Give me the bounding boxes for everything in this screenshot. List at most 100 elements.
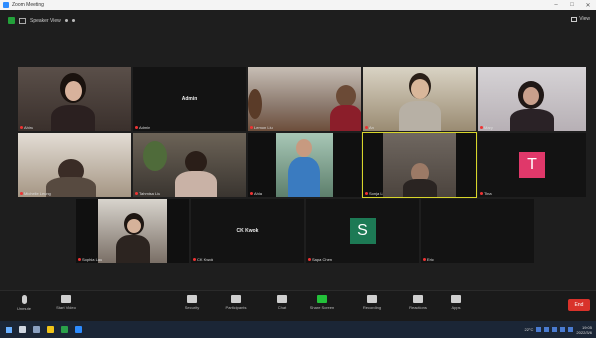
- participant-name: Mary: [480, 125, 493, 130]
- participants-icon: [231, 295, 241, 303]
- participant-avatar: T: [519, 152, 545, 178]
- weather-text: 22°C: [524, 327, 534, 332]
- participant-name: Sophia Lau: [78, 257, 102, 262]
- video-gallery: Speaker View View Ahiru Admin Admin Lemo…: [0, 10, 596, 290]
- participant-name: CK Kwok: [193, 257, 213, 262]
- start-menu-icon[interactable]: [6, 326, 12, 333]
- video-feed: [363, 67, 476, 131]
- more-dot-icon: [71, 19, 75, 22]
- participant-tile[interactable]: Ahiru: [18, 67, 131, 131]
- participant-tile[interactable]: Michelle Leung: [18, 133, 131, 197]
- tray-icon[interactable]: [552, 327, 558, 332]
- muted-mic-icon: [365, 126, 368, 129]
- record-button[interactable]: Recording: [356, 295, 388, 310]
- close-button[interactable]: ✕: [580, 0, 596, 10]
- muted-mic-icon: [135, 192, 138, 195]
- speaker-view-icon[interactable]: [19, 17, 26, 24]
- participant-tile-active-speaker[interactable]: Sonja Li: [362, 132, 477, 198]
- video-feed: [248, 133, 361, 197]
- participant-display-text: CK Kwok: [236, 227, 259, 234]
- muted-mic-icon: [250, 192, 253, 195]
- excel-icon[interactable]: [61, 326, 68, 333]
- view-grid-icon: [571, 16, 578, 22]
- share-screen-button[interactable]: Share Screen: [306, 295, 338, 310]
- participant-name: Eric: [423, 257, 434, 262]
- view-button-label: View: [579, 16, 590, 22]
- tray-icon[interactable]: [544, 327, 550, 332]
- video-feed: [478, 67, 586, 131]
- muted-mic-icon: [135, 126, 138, 129]
- chat-button[interactable]: Chat: [266, 295, 298, 310]
- zoom-taskbar-icon[interactable]: [75, 326, 82, 333]
- participant-tile[interactable]: Tahmisa Liu: [133, 133, 246, 197]
- security-shield-icon: [187, 295, 197, 303]
- windows-taskbar: 22°C 19:05 2022/3/6: [0, 321, 596, 338]
- participant-name: Sapa Chen: [308, 257, 332, 262]
- video-feed: [133, 133, 246, 197]
- participant-avatar: S: [349, 218, 376, 244]
- volume-icon[interactable]: [568, 327, 574, 332]
- network-icon[interactable]: [560, 327, 566, 332]
- participant-name: Tahmisa Liu: [135, 191, 160, 196]
- start-video-button[interactable]: Start Video: [50, 295, 82, 310]
- participants-button[interactable]: Participants: [220, 295, 252, 310]
- muted-mic-icon: [308, 258, 311, 261]
- participant-tile[interactable]: S Sapa Chen: [306, 199, 419, 263]
- end-meeting-button[interactable]: End: [568, 299, 590, 311]
- security-shield-icon[interactable]: [8, 17, 15, 24]
- share-screen-icon: [317, 295, 327, 303]
- participant-tile[interactable]: Lemon Liu: [248, 67, 361, 131]
- participant-name: Sonja Li: [365, 191, 383, 196]
- participant-tile[interactable]: An: [363, 67, 476, 131]
- participant-tile[interactable]: Eric: [421, 199, 534, 263]
- record-icon: [367, 295, 377, 303]
- muted-mic-icon: [20, 192, 23, 195]
- participant-tile[interactable]: Admin Admin: [133, 67, 246, 131]
- participant-tile[interactable]: T Tina: [478, 133, 586, 197]
- video-feed: [363, 133, 476, 197]
- video-camera-icon: [61, 295, 71, 303]
- video-feed: [248, 67, 361, 131]
- task-view-icon[interactable]: [33, 326, 40, 333]
- microphone-icon: [21, 295, 27, 304]
- security-button[interactable]: Security: [176, 295, 208, 310]
- title-bar: Zoom Meeting – □ ✕: [0, 0, 596, 10]
- apps-button[interactable]: Apps: [440, 295, 472, 310]
- participant-name: Ahla: [250, 191, 262, 196]
- zoom-logo-icon: [3, 2, 9, 8]
- window-title: Zoom Meeting: [12, 2, 44, 8]
- participant-name: Ahiru: [20, 125, 33, 130]
- mute-button[interactable]: Unmute: [8, 295, 40, 311]
- meeting-info-strip: Speaker View: [8, 17, 75, 24]
- clock[interactable]: 19:05 2022/3/6: [576, 325, 592, 335]
- reactions-button[interactable]: Reactions: [402, 295, 434, 310]
- system-tray: 22°C 19:05 2022/3/6: [524, 321, 592, 338]
- meeting-controls-bar: Unmute Start Video Security Participants…: [0, 290, 596, 321]
- participant-tile[interactable]: Ahla: [248, 133, 361, 197]
- muted-mic-icon: [423, 258, 426, 261]
- participant-name: An: [365, 125, 374, 130]
- participant-name: Michelle Leung: [20, 191, 51, 196]
- participant-tile[interactable]: Sophia Lau: [76, 199, 189, 263]
- participant-display-text: Admin: [181, 95, 198, 102]
- tray-icon[interactable]: [536, 327, 542, 332]
- speaker-view-label[interactable]: Speaker View: [30, 18, 61, 24]
- participant-name: Lemon Liu: [250, 125, 273, 130]
- view-button[interactable]: View: [571, 16, 590, 22]
- apps-icon: [451, 295, 461, 303]
- participant-tile[interactable]: Mary: [478, 67, 586, 131]
- muted-mic-icon: [20, 126, 23, 129]
- video-feed: [18, 67, 131, 131]
- zoom-window: Zoom Meeting – □ ✕ Speaker View View Ahi…: [0, 0, 596, 338]
- file-explorer-icon[interactable]: [47, 326, 54, 333]
- reactions-icon: [413, 295, 423, 303]
- muted-mic-icon: [365, 192, 368, 195]
- participant-tile[interactable]: CK Kwok CK Kwok: [191, 199, 304, 263]
- minimize-button[interactable]: –: [548, 0, 564, 10]
- search-icon[interactable]: [19, 326, 26, 333]
- participant-name: Tina: [480, 191, 492, 196]
- maximize-button[interactable]: □: [564, 0, 580, 10]
- chat-bubble-icon: [277, 295, 287, 303]
- muted-mic-icon: [480, 192, 483, 195]
- more-dot-icon: [64, 19, 68, 22]
